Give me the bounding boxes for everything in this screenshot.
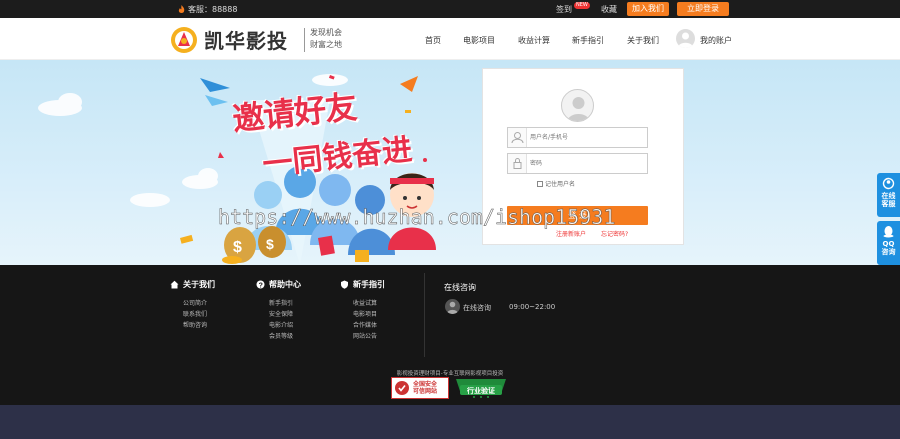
lock-icon — [508, 154, 527, 173]
remember-me[interactable]: 记住用户名 — [537, 179, 575, 188]
shield-icon — [341, 280, 348, 289]
account-avatar-icon[interactable] — [676, 29, 695, 48]
user-avatar-icon — [561, 89, 594, 122]
password-input[interactable] — [530, 157, 644, 170]
site-header: 凯华影投 发现机会 财富之地 首页 电影项目 收益计算 新手指引 关于我们 我的… — [0, 18, 900, 60]
service-line1: 在线 — [881, 192, 896, 200]
service-hours: 09:00~22:00 — [509, 303, 556, 311]
footer-link[interactable]: 帮助咨询 — [183, 320, 215, 331]
footer-guide-column: 新手指引 收益试算 电影项目 合作媒体 网站公告 — [340, 279, 385, 342]
username-input[interactable] — [530, 131, 644, 144]
remember-label: 记住用户名 — [545, 181, 576, 188]
site-footer: 关于我们 公司简介 联系我们 帮助咨询 ? 帮助中心 新手指引 安全保障 电影介… — [0, 265, 900, 405]
footer-link[interactable]: 合作媒体 — [353, 320, 385, 331]
logo-text: 凯华影投 — [204, 29, 288, 53]
new-badge: NEW — [574, 2, 590, 9]
footer-help-column: ? 帮助中心 新手指引 安全保障 电影介绍 会员等级 — [256, 279, 301, 342]
password-field[interactable] — [507, 153, 648, 174]
footer-link[interactable]: 安全保障 — [269, 309, 301, 320]
signin-link[interactable]: 签到 — [556, 4, 572, 15]
qq-consult-float[interactable]: QQ 咨询 — [877, 221, 900, 265]
nav-income-calc[interactable]: 收益计算 — [518, 35, 550, 46]
remember-checkbox[interactable] — [537, 180, 543, 187]
headset-icon — [882, 177, 895, 190]
qq-line2: 咨询 — [881, 248, 896, 256]
footer-link[interactable]: 电影介绍 — [269, 320, 301, 331]
footer-link[interactable]: 会员等级 — [269, 331, 301, 342]
footer-link[interactable]: 新手指引 — [269, 298, 301, 309]
footer-about-title: 关于我们 — [183, 280, 215, 289]
nav-about[interactable]: 关于我们 — [627, 35, 659, 46]
nav-movie-projects[interactable]: 电影项目 — [463, 35, 495, 46]
logo-slogan: 发现机会 财富之地 — [310, 27, 342, 51]
online-consult-title: 在线咨询 — [444, 283, 476, 292]
help-icon: ? — [256, 280, 265, 289]
home-icon — [170, 280, 179, 289]
trusted-line1: 全国安全 — [413, 381, 438, 388]
online-service-float[interactable]: 在线 客服 — [877, 173, 900, 217]
footer-link[interactable]: 收益试算 — [353, 298, 385, 309]
svg-text:$: $ — [233, 239, 242, 256]
trusted-line2: 可信网站 — [413, 388, 438, 395]
join-us-button[interactable]: 加入我们 — [627, 2, 669, 16]
forgot-password-link[interactable]: 忘记密码? — [601, 229, 628, 238]
qq-icon — [883, 226, 894, 238]
nav-home[interactable]: 首页 — [425, 35, 441, 46]
slogan-line2: 财富之地 — [310, 40, 342, 49]
hotline: 客服：88888 — [178, 4, 237, 15]
hero-banner[interactable]: $ $ 邀请好友 一同钱奋进 — [0, 60, 900, 265]
footer-guide-title: 新手指引 — [353, 280, 385, 289]
register-login-button[interactable]: 立即登录 — [677, 2, 729, 16]
verify-badge-text: 行业验证 — [466, 386, 495, 395]
online-consult-link[interactable]: 在线咨询 — [463, 303, 491, 313]
trusted-site-text: 全国安全 可信网站 — [413, 381, 437, 395]
footer-about-column: 关于我们 公司简介 联系我们 帮助咨询 — [170, 279, 215, 331]
footer-guide-heading: 新手指引 — [340, 279, 385, 290]
consultant-avatar-icon[interactable] — [445, 299, 460, 314]
logo-icon[interactable] — [170, 26, 198, 54]
user-icon — [508, 128, 527, 147]
qq-line1: QQ — [882, 240, 895, 248]
svg-text:?: ? — [259, 282, 263, 289]
logo-divider — [304, 28, 305, 52]
copyright-text: 影视投资理财项目-专业互联网影视项目投资 — [396, 371, 504, 377]
industry-verified-badge[interactable]: 行业验证 — [452, 377, 510, 399]
watermark-text: https://www.huzhan.com/ishop15931 — [218, 205, 616, 230]
nav-guide[interactable]: 新手指引 — [572, 35, 604, 46]
hotline-text: 客服：88888 — [188, 5, 238, 14]
my-account-link[interactable]: 我的账户 — [700, 35, 732, 46]
top-bar: 客服：88888 签到 NEW 收藏 加入我们 立即登录 — [0, 0, 900, 18]
register-link[interactable]: 注册新账户 — [556, 229, 586, 238]
slogan-line1: 发现机会 — [310, 28, 342, 37]
footer-help-title: 帮助中心 — [269, 280, 301, 289]
username-field[interactable] — [507, 127, 648, 148]
footer-link[interactable]: 网站公告 — [353, 331, 385, 342]
seal-icon — [395, 381, 409, 395]
footer-link[interactable]: 公司简介 — [183, 298, 215, 309]
svg-text:$: $ — [266, 236, 274, 252]
trusted-site-badge[interactable]: 全国安全 可信网站 — [391, 377, 449, 399]
favorite-link[interactable]: 收藏 — [601, 4, 617, 15]
bottom-strip — [0, 405, 900, 439]
footer-link[interactable]: 电影项目 — [353, 309, 385, 320]
footer-divider — [424, 273, 425, 357]
service-line2: 客服 — [881, 200, 896, 208]
footer-about-heading: 关于我们 — [170, 279, 215, 290]
footer-help-heading: ? 帮助中心 — [256, 279, 301, 290]
fire-icon — [178, 5, 185, 13]
footer-link[interactable]: 联系我们 — [183, 309, 215, 320]
